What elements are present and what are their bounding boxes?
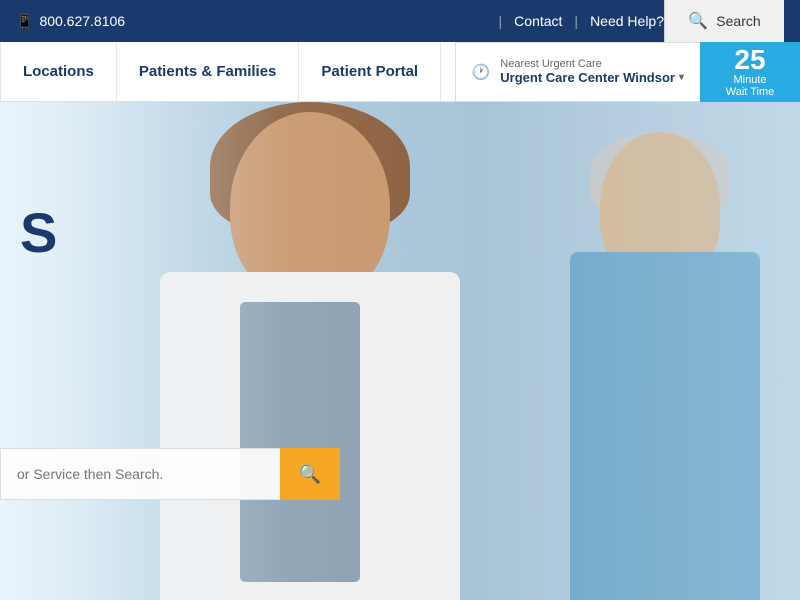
doctor-scrubs — [240, 302, 360, 582]
hero-text: S — [0, 202, 56, 264]
phone-number[interactable]: 800.627.8106 — [39, 13, 125, 29]
nav-link-locations[interactable]: Locations — [0, 42, 117, 101]
doctor-figure — [80, 102, 600, 600]
location-icon: 🕐 — [472, 63, 491, 81]
hero-section: S 🔍 — [0, 102, 800, 600]
phone-icon: 📱 — [16, 13, 33, 30]
search-button-icon: 🔍 — [299, 464, 321, 485]
nearest-urgent-care-label: Nearest Urgent Care — [500, 58, 684, 70]
wait-label: MinuteWait Time — [726, 74, 775, 98]
nav-link-patient-portal[interactable]: Patient Portal — [299, 42, 441, 101]
separator-2: | — [574, 13, 578, 29]
top-bar: 📱 800.627.8106 | Contact | Need Help? 🔍 … — [0, 0, 800, 42]
hero-search-input[interactable] — [0, 448, 280, 500]
separator-1: | — [499, 13, 503, 29]
nav-links: Locations Patients & Families Patient Po… — [0, 42, 455, 101]
chevron-down-icon: ▾ — [679, 72, 684, 83]
urgent-care-text: Nearest Urgent Care Urgent Care Center W… — [500, 58, 684, 85]
wait-time-badge: 25 MinuteWait Time — [700, 42, 800, 102]
patient-figure — [570, 132, 770, 600]
hero-title: S — [20, 202, 56, 264]
contact-link[interactable]: Contact — [514, 13, 562, 29]
search-icon: 🔍 — [688, 11, 708, 31]
urgent-care-info[interactable]: 🕐 Nearest Urgent Care Urgent Care Center… — [455, 42, 700, 102]
nav-bar: Locations Patients & Families Patient Po… — [0, 42, 800, 102]
top-bar-links: | Contact | Need Help? — [487, 13, 664, 29]
need-help-link[interactable]: Need Help? — [590, 13, 664, 29]
wait-number: 25 — [734, 46, 765, 74]
urgent-care-widget[interactable]: 🕐 Nearest Urgent Care Urgent Care Center… — [455, 42, 800, 102]
phone-section: 📱 800.627.8106 — [16, 13, 125, 30]
search-bar[interactable]: 🔍 Search — [664, 0, 784, 42]
nav-link-patients-families[interactable]: Patients & Families — [117, 42, 300, 101]
search-label: Search — [716, 13, 760, 29]
hero-search-box: 🔍 — [0, 448, 340, 500]
hero-search-button[interactable]: 🔍 — [280, 448, 340, 500]
location-name: Urgent Care Center Windsor ▾ — [500, 70, 684, 85]
